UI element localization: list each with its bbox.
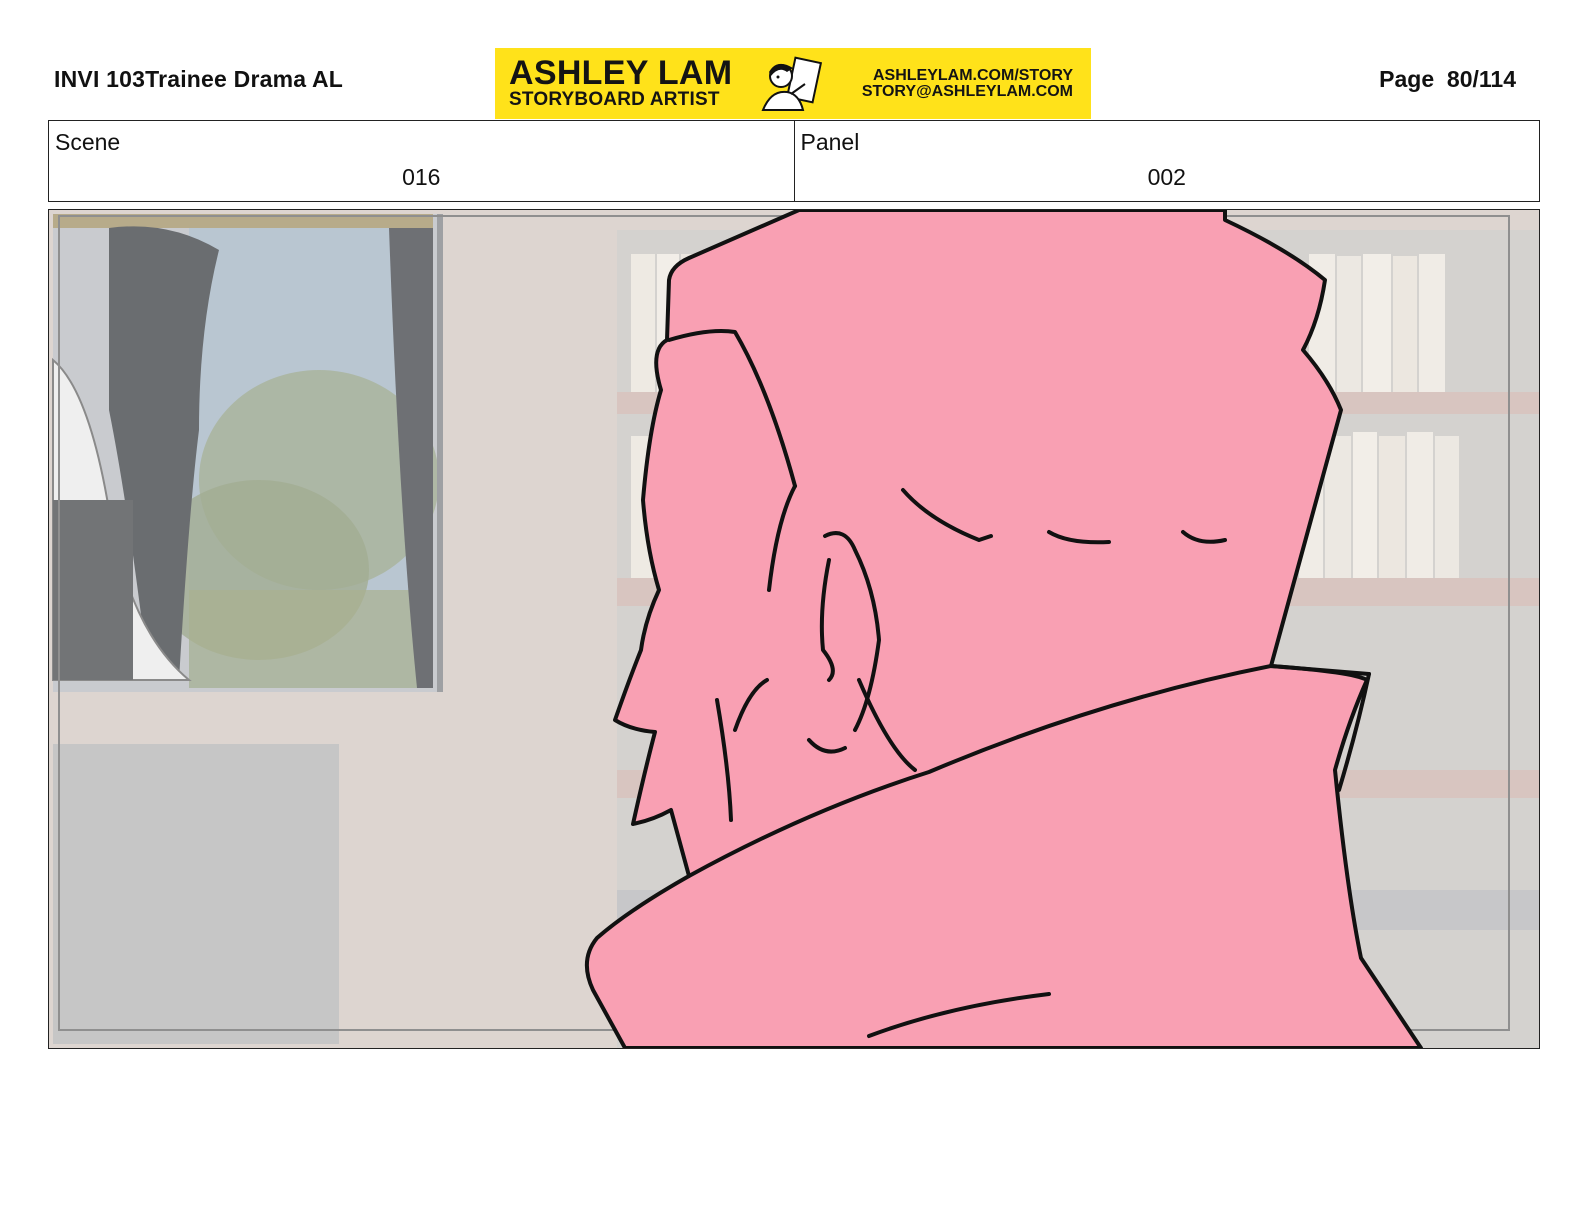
window-illustration (52, 214, 443, 692)
production-title: INVI 103Trainee Drama AL (54, 66, 344, 92)
panel-drawing (49, 210, 1539, 1048)
scene-label: Scene (55, 129, 121, 155)
scene-panel-info: Scene 016 Panel 002 (48, 120, 1540, 202)
scene-value: 016 (402, 164, 441, 190)
artist-email: STORY@ASHLEYLAM.COM (861, 83, 1073, 100)
panel-value: 002 (1147, 164, 1186, 190)
panel-cell: Panel 002 (793, 121, 1540, 201)
artist-role: STORYBOARD ARTIST (509, 89, 720, 110)
scene-cell: Scene 016 (49, 121, 794, 201)
page-indicator: Page 80/114 (1379, 66, 1516, 93)
artist-logo-icon (761, 56, 823, 111)
cabinet (53, 744, 339, 1044)
page-label: Page (1379, 66, 1435, 92)
artist-name: ASHLEY LAM (509, 54, 733, 92)
artist-banner: ASHLEY LAM STORYBOARD ARTIST ASHLEYLAM.C… (495, 48, 1091, 119)
storyboard-panel (48, 209, 1540, 1049)
panel-label: Panel (800, 129, 860, 155)
page-number: 80/114 (1446, 66, 1516, 92)
artist-url: ASHLEYLAM.COM/STORY (872, 67, 1073, 84)
